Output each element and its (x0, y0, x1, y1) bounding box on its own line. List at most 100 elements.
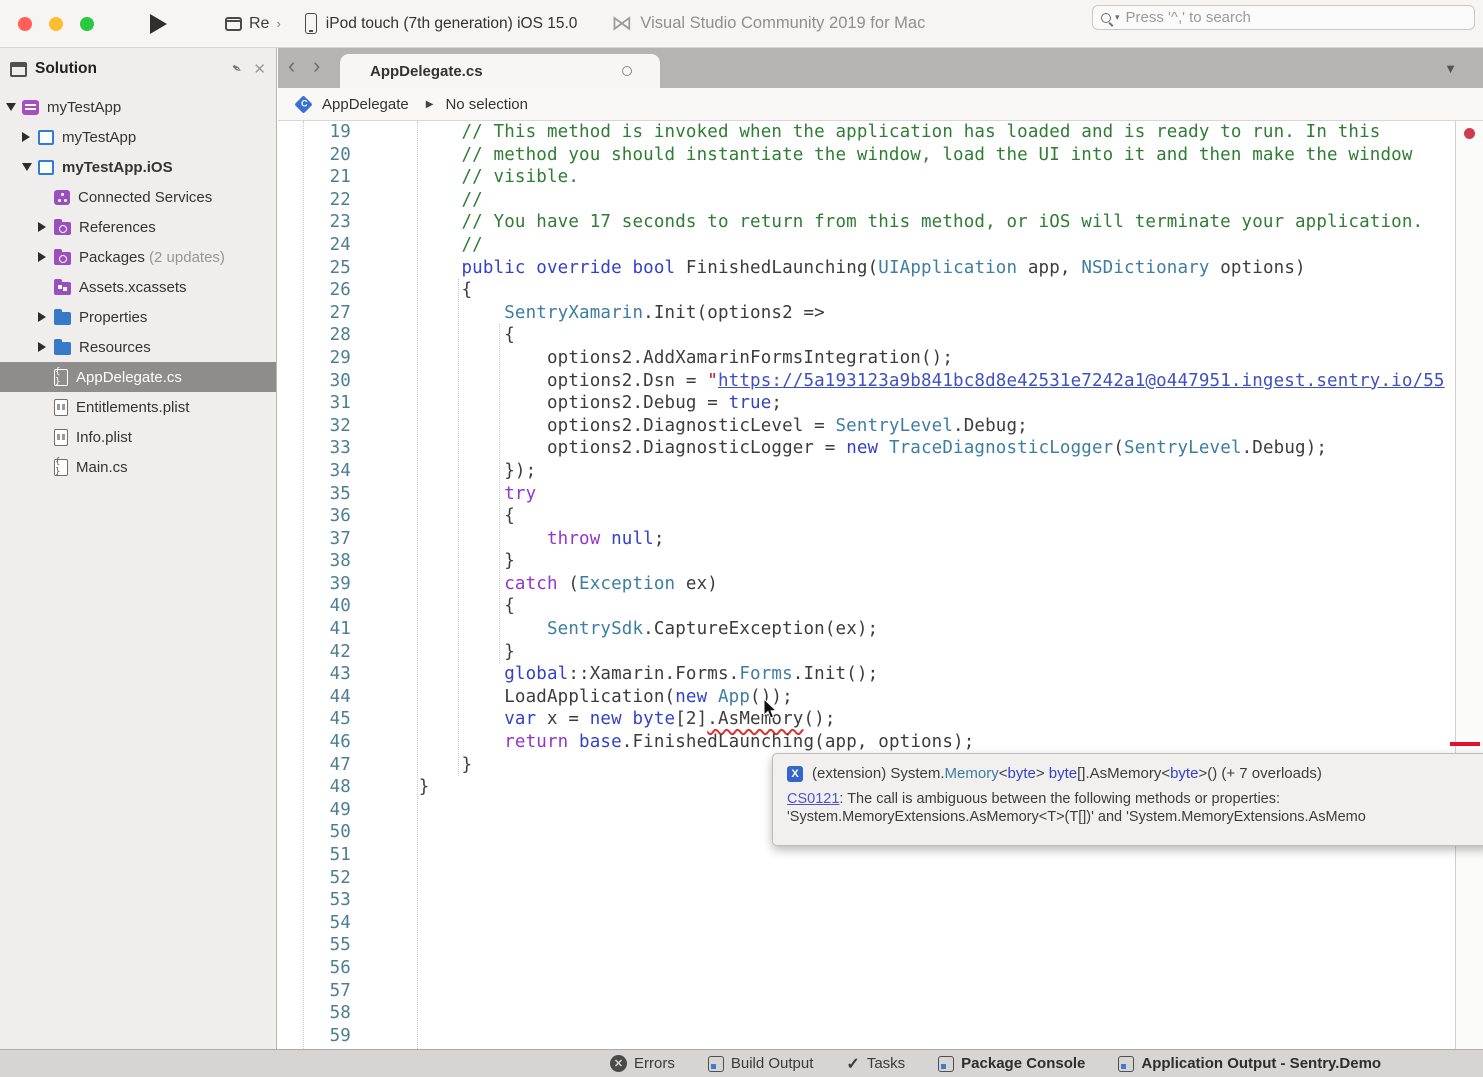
sidebar-item-mytestapp-ios[interactable]: myTestApp.iOS (0, 152, 276, 182)
code-line[interactable]: 40 { (278, 595, 1445, 618)
tab-appdelegate[interactable]: AppDelegate.cs (340, 54, 660, 88)
code-line[interactable]: 59 (278, 1025, 1445, 1048)
pad-button-errors[interactable]: Errors (610, 1055, 675, 1072)
line-number[interactable]: 27 (278, 302, 351, 325)
disclosure-right-icon[interactable] (38, 252, 48, 262)
pad-button-tasks[interactable]: Tasks (846, 1054, 905, 1074)
code-line[interactable]: 54 (278, 912, 1445, 935)
line-number[interactable]: 58 (278, 1002, 351, 1025)
line-number[interactable]: 56 (278, 957, 351, 980)
line-number[interactable]: 59 (278, 1025, 351, 1048)
line-number[interactable]: 26 (278, 279, 351, 302)
code-line[interactable]: 30 options2.Dsn = "https://5a193123a9b84… (278, 370, 1445, 393)
line-number[interactable]: 55 (278, 934, 351, 957)
minimize-window-button[interactable] (49, 17, 63, 31)
line-number[interactable]: 35 (278, 483, 351, 506)
code-line[interactable]: 29 options2.AddXamarinFormsIntegration()… (278, 347, 1445, 370)
line-number[interactable]: 47 (278, 754, 351, 777)
error-position-marker[interactable] (1450, 742, 1480, 746)
line-number[interactable]: 30 (278, 370, 351, 393)
disclosure-right-icon[interactable] (22, 132, 32, 142)
code-line[interactable]: 22 // (278, 189, 1445, 212)
code-line[interactable]: 46 return base.FinishedLaunching(app, op… (278, 731, 1445, 754)
line-number[interactable]: 48 (278, 776, 351, 799)
code-line[interactable]: 25 public override bool FinishedLaunchin… (278, 257, 1445, 280)
sidebar-item-entitlements-plist[interactable]: Entitlements.plist (0, 392, 276, 422)
line-number[interactable]: 50 (278, 821, 351, 844)
code-line[interactable]: 33 options2.DiagnosticLogger = new Trace… (278, 437, 1445, 460)
code-line[interactable]: 55 (278, 934, 1445, 957)
code-line[interactable]: 53 (278, 889, 1445, 912)
sidebar-item-properties[interactable]: Properties (0, 302, 276, 332)
pad-button-package-console[interactable]: Package Console (938, 1055, 1085, 1072)
code-line[interactable]: 57 (278, 980, 1445, 1003)
pad-button-build-output[interactable]: Build Output (708, 1055, 814, 1072)
line-number[interactable]: 52 (278, 867, 351, 890)
disclosure-right-icon[interactable] (38, 312, 48, 322)
code-line[interactable]: 26 { (278, 279, 1445, 302)
code-line[interactable]: 36 { (278, 505, 1445, 528)
code-line[interactable]: 58 (278, 1002, 1445, 1025)
disclosure-down-icon[interactable] (22, 163, 32, 171)
code-line[interactable]: 32 options2.DiagnosticLevel = SentryLeve… (278, 415, 1445, 438)
line-number[interactable]: 37 (278, 528, 351, 551)
line-number[interactable]: 22 (278, 189, 351, 212)
sidebar-item-main-cs[interactable]: Main.cs (0, 452, 276, 482)
code-editor[interactable]: 19 // This method is invoked when the ap… (278, 121, 1483, 1049)
disclosure-down-icon[interactable] (6, 103, 16, 111)
sidebar-item-appdelegate-cs[interactable]: AppDelegate.cs (0, 362, 276, 392)
code-line[interactable]: 52 (278, 867, 1445, 890)
line-number[interactable]: 31 (278, 392, 351, 415)
navigate-forward-button[interactable]: › (313, 53, 320, 79)
sidebar-item-mytestapp[interactable]: myTestApp (0, 92, 276, 122)
close-window-button[interactable] (18, 17, 32, 31)
tab-modified-icon[interactable] (622, 66, 632, 76)
code-line[interactable]: 43 global::Xamarin.Forms.Forms.Init(); (278, 663, 1445, 686)
line-number[interactable]: 51 (278, 844, 351, 867)
search-input[interactable]: ▾ Press '^,' to search (1092, 5, 1475, 30)
code-line[interactable]: 42 } (278, 641, 1445, 664)
code-line[interactable]: 19 // This method is invoked when the ap… (278, 121, 1445, 144)
breadcrumb-selection[interactable]: No selection (445, 96, 528, 113)
code-line[interactable]: 45 var x = new byte[2].AsMemory(); (278, 708, 1445, 731)
line-number[interactable]: 19 (278, 121, 351, 144)
zoom-window-button[interactable] (80, 17, 94, 31)
line-number[interactable]: 34 (278, 460, 351, 483)
build-configuration-selector[interactable]: Re › (225, 15, 281, 33)
error-indicator-icon[interactable] (1464, 128, 1475, 139)
line-number[interactable]: 28 (278, 324, 351, 347)
sidebar-item-connected-services[interactable]: Connected Services (0, 182, 276, 212)
code-line[interactable]: 44 LoadApplication(new App()); (278, 686, 1445, 709)
line-number[interactable]: 49 (278, 799, 351, 822)
code-line[interactable]: 21 // visible. (278, 166, 1445, 189)
code-line[interactable]: 51 (278, 844, 1445, 867)
code-area[interactable]: 19 // This method is invoked when the ap… (278, 121, 1445, 1047)
code-line[interactable]: 39 catch (Exception ex) (278, 573, 1445, 596)
line-number[interactable]: 54 (278, 912, 351, 935)
code-line[interactable]: 23 // You have 17 seconds to return from… (278, 211, 1445, 234)
line-number[interactable]: 21 (278, 166, 351, 189)
line-number[interactable]: 20 (278, 144, 351, 167)
line-number[interactable]: 46 (278, 731, 351, 754)
code-line[interactable]: 24 // (278, 234, 1445, 257)
code-line[interactable]: 37 throw null; (278, 528, 1445, 551)
pad-button-application-output-sentry-demo[interactable]: Application Output - Sentry.Demo (1118, 1055, 1381, 1072)
code-line[interactable]: 34 }); (278, 460, 1445, 483)
sidebar-item-references[interactable]: References (0, 212, 276, 242)
code-line[interactable]: 31 options2.Debug = true; (278, 392, 1445, 415)
scrollbar-annotation-column[interactable] (1455, 121, 1483, 1049)
code-line[interactable]: 28 { (278, 324, 1445, 347)
line-number[interactable]: 44 (278, 686, 351, 709)
line-number[interactable]: 25 (278, 257, 351, 280)
line-number[interactable]: 41 (278, 618, 351, 641)
line-number[interactable]: 57 (278, 980, 351, 1003)
line-number[interactable]: 33 (278, 437, 351, 460)
line-number[interactable]: 43 (278, 663, 351, 686)
sidebar-item-resources[interactable]: Resources (0, 332, 276, 362)
line-number[interactable]: 53 (278, 889, 351, 912)
sidebar-item-mytestapp[interactable]: myTestApp (0, 122, 276, 152)
line-number[interactable]: 42 (278, 641, 351, 664)
close-icon[interactable]: ✕ (253, 60, 266, 78)
line-number[interactable]: 24 (278, 234, 351, 257)
line-number[interactable]: 36 (278, 505, 351, 528)
